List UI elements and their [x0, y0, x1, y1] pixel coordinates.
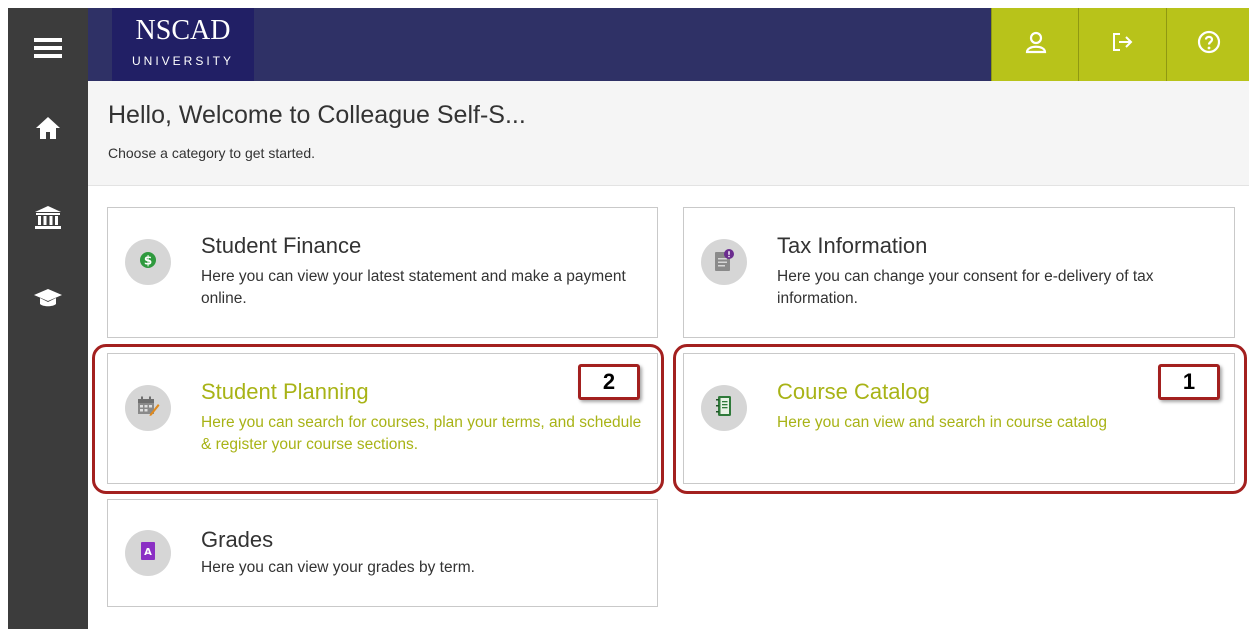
svg-text:$: $	[144, 253, 152, 267]
student-finance-card[interactable]: $ Student Finance Here you can view your…	[107, 207, 658, 338]
grades-icon-circle: A	[125, 530, 171, 576]
calendar-icon	[136, 395, 160, 422]
tax-document-icon	[713, 248, 735, 277]
top-bar: NSCAD UNIVERSITY	[88, 8, 1249, 81]
sign-out-icon	[1112, 32, 1134, 57]
page-title: Hello, Welcome to Colleague Self-S...	[108, 101, 526, 129]
graduation-cap-icon[interactable]	[8, 278, 88, 318]
nscad-logo[interactable]: NSCAD UNIVERSITY	[112, 8, 254, 81]
menu-icon[interactable]	[8, 28, 88, 68]
user-button[interactable]	[991, 8, 1079, 81]
card-title: Tax Information	[777, 233, 928, 258]
callout-badge-1: 1	[1158, 364, 1220, 400]
dollar-icon: $	[139, 251, 157, 274]
card-title: Student Finance	[201, 233, 362, 258]
user-icon	[1024, 30, 1048, 59]
page-subtitle: Choose a category to get started.	[108, 145, 316, 161]
sign-out-button[interactable]	[1078, 8, 1167, 81]
card-description: Here you can view your latest statement …	[201, 268, 626, 307]
catalog-book-icon	[715, 395, 733, 422]
card-title: Grades	[201, 527, 274, 552]
grades-card[interactable]: A Grades Here you can view your grades b…	[107, 499, 658, 607]
card-description: Here you can change your consent for e-d…	[777, 268, 1154, 307]
logo-main-text: NSCAD	[135, 15, 231, 46]
logo-sub-text: UNIVERSITY	[131, 54, 234, 68]
grades-icon: A	[139, 541, 157, 566]
card-description: Here you can view and search in course c…	[777, 414, 1107, 431]
student-planning-icon-circle	[125, 385, 171, 431]
callout-badge-2: 2	[578, 364, 640, 400]
card-title: Student Planning	[201, 379, 369, 404]
welcome-banner: Hello, Welcome to Colleague Self-S... Ch…	[88, 81, 1249, 186]
student-planning-card[interactable]: Student Planning Here you can search for…	[107, 353, 658, 484]
finance-institution-icon[interactable]	[8, 198, 88, 238]
student-finance-icon-circle: $	[125, 239, 171, 285]
card-description: Here you can view your grades by term.	[201, 559, 475, 576]
course-catalog-card[interactable]: Course Catalog Here you can view and sea…	[683, 353, 1235, 484]
help-icon	[1197, 30, 1221, 59]
svg-text:A: A	[144, 547, 152, 558]
course-catalog-icon-circle	[701, 385, 747, 431]
tax-information-icon-circle	[701, 239, 747, 285]
tax-information-card[interactable]: Tax Information Here you can change your…	[683, 207, 1235, 338]
home-icon[interactable]	[8, 108, 88, 148]
help-button[interactable]	[1166, 8, 1249, 81]
sidebar	[8, 8, 88, 629]
card-title: Course Catalog	[777, 379, 930, 404]
card-description: Here you can search for courses, plan yo…	[201, 414, 642, 453]
